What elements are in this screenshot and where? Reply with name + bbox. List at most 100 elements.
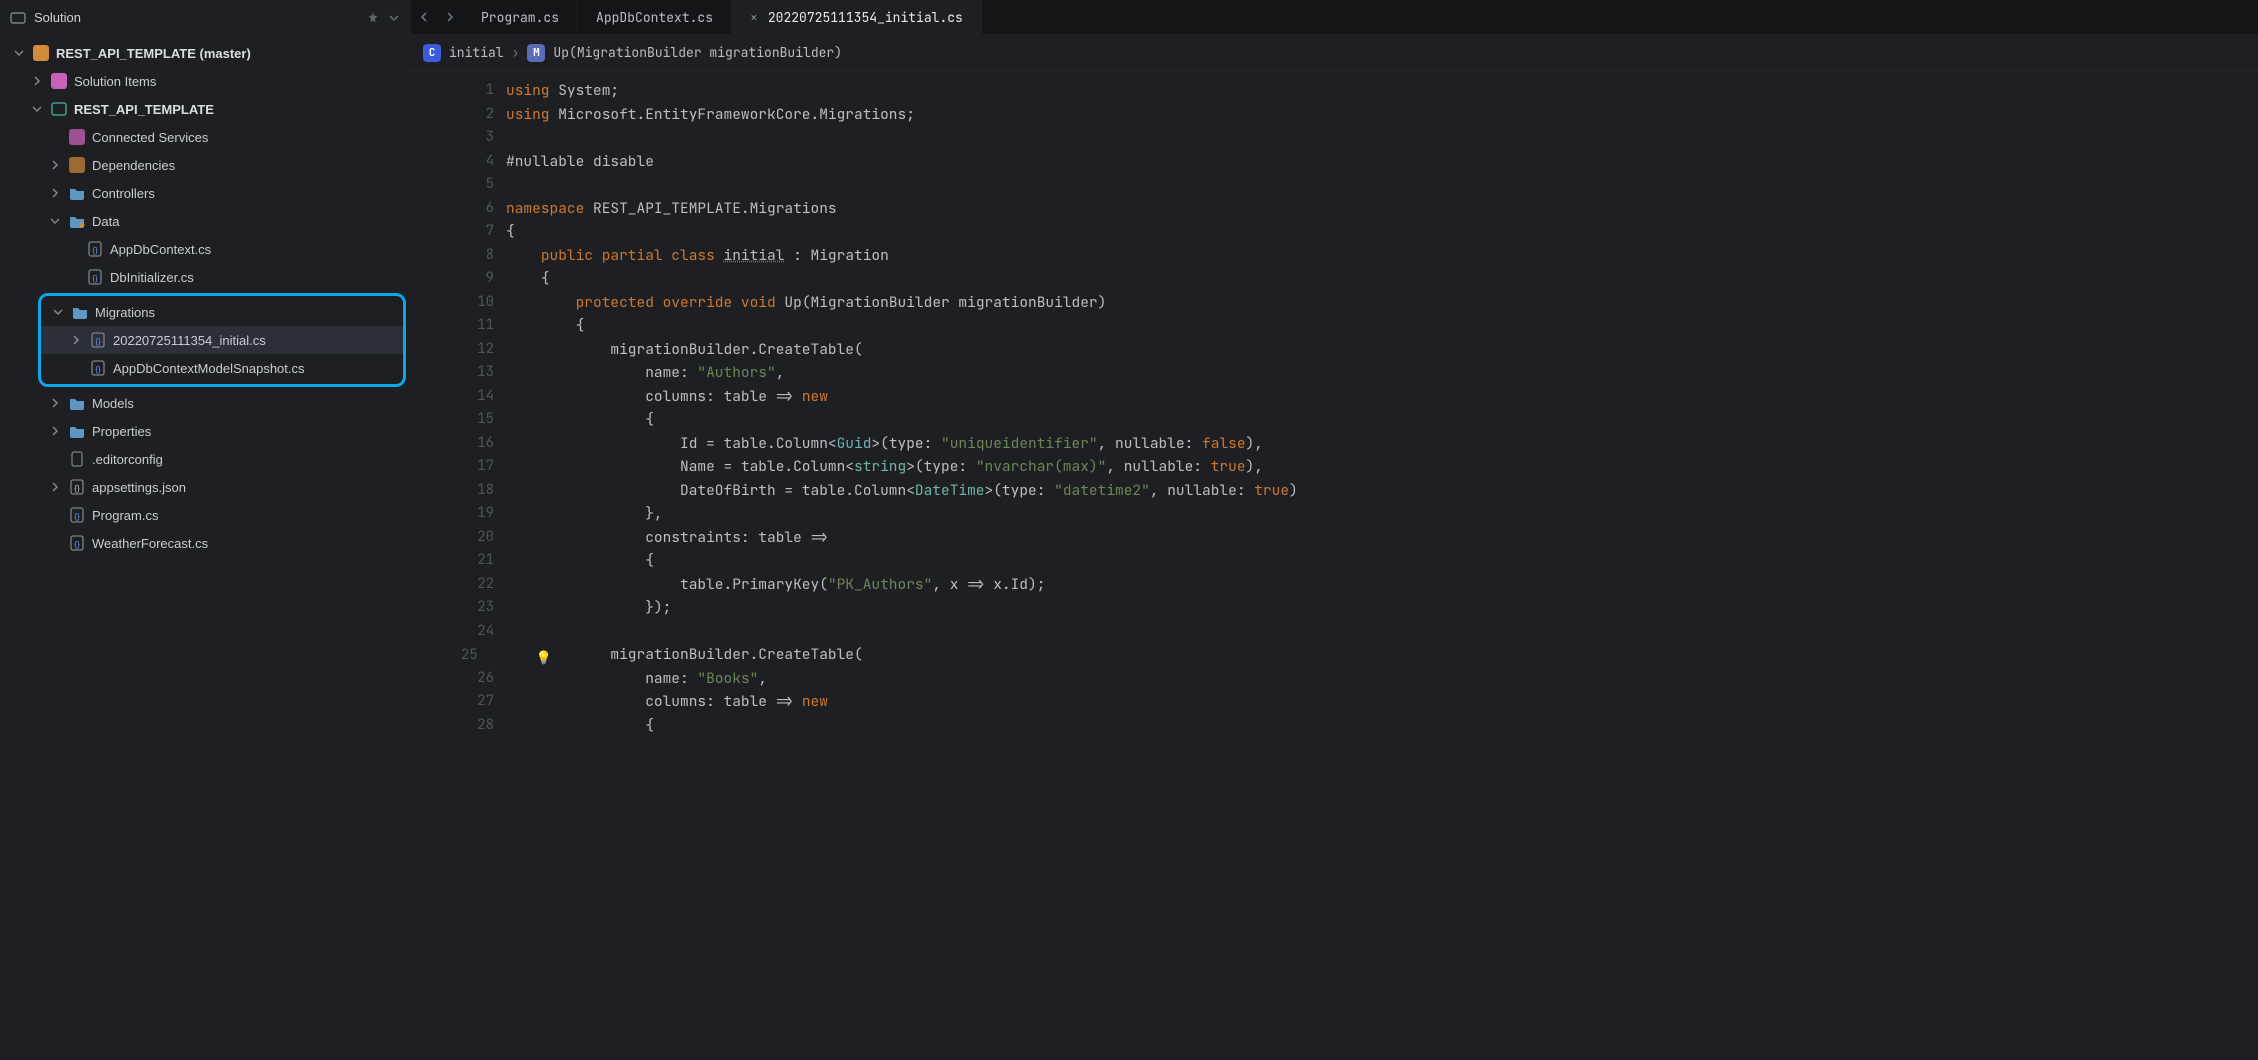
breadcrumb-class[interactable]: initial: [449, 44, 504, 61]
code-line[interactable]: protected override void Up(MigrationBuil…: [506, 291, 2258, 315]
file-icon: [68, 450, 86, 468]
code-line[interactable]: name: "Authors",: [506, 361, 2258, 385]
tree-item-initial-migration[interactable]: {} 20220725111354_initial.cs: [41, 326, 403, 354]
deps-icon: [68, 156, 86, 174]
tree-item-properties[interactable]: Properties: [0, 417, 410, 445]
folder-icon: [68, 212, 86, 230]
chevron-down-icon[interactable]: [30, 102, 44, 116]
code-line[interactable]: [506, 620, 2258, 644]
services-icon: [68, 128, 86, 146]
csproj-icon: [50, 100, 68, 118]
tree-label: Connected Services: [92, 130, 208, 145]
json-file-icon: {}: [68, 478, 86, 496]
code-line[interactable]: {: [506, 220, 2258, 244]
lightbulb-icon[interactable]: 💡: [536, 649, 552, 666]
tree-item-editorconfig[interactable]: .editorconfig: [0, 445, 410, 473]
chevron-down-icon[interactable]: [12, 46, 26, 60]
solution-icon: [10, 10, 26, 26]
code-line[interactable]: {: [506, 714, 2258, 737]
folder-icon: [71, 303, 89, 321]
chevron-right-icon[interactable]: [30, 74, 44, 88]
tab-bar: Program.cs AppDbContext.cs × 20220725111…: [411, 0, 2258, 35]
cs-file-icon: {}: [68, 506, 86, 524]
code-line[interactable]: migrationBuilder.CreateTable(: [506, 643, 2258, 667]
nav-back-button[interactable]: [411, 0, 437, 34]
svg-text:{}: {}: [74, 540, 80, 549]
code-line[interactable]: name: "Books",: [506, 667, 2258, 691]
tree-item-project[interactable]: REST_API_TEMPLATE: [0, 95, 410, 123]
line-gutter: 1234567891011121314151617181920212223242…: [411, 71, 506, 736]
cs-file-icon: {}: [68, 534, 86, 552]
breadcrumb-method[interactable]: Up(MigrationBuilder migrationBuilder): [553, 44, 842, 61]
code-line[interactable]: [506, 126, 2258, 150]
code-line[interactable]: table.PrimaryKey("PK_Authors", x => x.Id…: [506, 573, 2258, 597]
tree-label: REST_API_TEMPLATE: [74, 102, 214, 117]
chevron-down-icon[interactable]: [48, 214, 62, 228]
code-line[interactable]: public partial class initial : Migration: [506, 244, 2258, 268]
code-area[interactable]: 1234567891011121314151617181920212223242…: [411, 71, 2258, 736]
code-line[interactable]: constraints: table =>: [506, 526, 2258, 550]
tree-item-connected-services[interactable]: Connected Services: [0, 123, 410, 151]
code-line[interactable]: {: [506, 314, 2258, 338]
code-line[interactable]: [506, 173, 2258, 197]
tree-item-dbinitializer[interactable]: {} DbInitializer.cs: [0, 263, 410, 291]
solution-title: Solution: [34, 10, 81, 25]
tree-item-migrations[interactable]: Migrations: [41, 298, 403, 326]
pin-icon[interactable]: [366, 11, 380, 25]
code-line[interactable]: });: [506, 596, 2258, 620]
tab-program[interactable]: Program.cs: [463, 0, 578, 34]
chevron-right-icon[interactable]: [48, 186, 62, 200]
folder-icon: [68, 184, 86, 202]
solution-explorer: Solution REST_API_TEMPLATE (master) Solu…: [0, 0, 411, 736]
tree-item-snapshot[interactable]: {} AppDbContextModelSnapshot.cs: [41, 354, 403, 382]
nav-forward-button[interactable]: [437, 0, 463, 34]
tree-item-solution-items[interactable]: Solution Items: [0, 67, 410, 95]
tree-label: Solution Items: [74, 74, 156, 89]
code-line[interactable]: DateOfBirth = table.Column<DateTime>(typ…: [506, 479, 2258, 503]
folder-icon: [50, 72, 68, 90]
tree-item-models[interactable]: Models: [0, 389, 410, 417]
chevron-right-icon[interactable]: [48, 424, 62, 438]
code-line[interactable]: {: [506, 549, 2258, 573]
code-line[interactable]: {: [506, 408, 2258, 432]
solution-root-icon: [32, 44, 50, 62]
tab-appdbcontext[interactable]: AppDbContext.cs: [578, 0, 732, 34]
method-badge-icon: M: [527, 44, 545, 62]
tab-label: AppDbContext.cs: [596, 9, 713, 26]
tree-item-appdbcontext[interactable]: {} AppDbContext.cs: [0, 235, 410, 263]
code-line[interactable]: using System;: [506, 79, 2258, 103]
tree-item-appsettings[interactable]: {} appsettings.json: [0, 473, 410, 501]
tab-label: 20220725111354_initial.cs: [768, 9, 963, 26]
code-line[interactable]: Name = table.Column<string>(type: "nvarc…: [506, 455, 2258, 479]
close-icon[interactable]: ×: [750, 9, 758, 26]
chevron-right-icon[interactable]: [48, 158, 62, 172]
tree-label: .editorconfig: [92, 452, 163, 467]
code-line[interactable]: columns: table => new: [506, 690, 2258, 714]
chevron-right-icon[interactable]: [48, 396, 62, 410]
cs-file-icon: {}: [89, 359, 107, 377]
folder-icon: [68, 422, 86, 440]
code-content[interactable]: using System;using Microsoft.EntityFrame…: [506, 71, 2258, 736]
tree-item-weatherforecast[interactable]: {} WeatherForecast.cs: [0, 529, 410, 557]
code-line[interactable]: {: [506, 267, 2258, 291]
tree-label: AppDbContextModelSnapshot.cs: [113, 361, 305, 376]
chevron-right-icon[interactable]: [48, 480, 62, 494]
chevron-down-icon[interactable]: [388, 12, 400, 24]
tree-item-controllers[interactable]: Controllers: [0, 179, 410, 207]
code-line[interactable]: Id = table.Column<Guid>(type: "uniqueide…: [506, 432, 2258, 456]
code-line[interactable]: columns: table => new: [506, 385, 2258, 409]
solution-header: Solution: [0, 0, 410, 35]
code-line[interactable]: migrationBuilder.CreateTable(: [506, 338, 2258, 362]
tree-item-program[interactable]: {} Program.cs: [0, 501, 410, 529]
tree-root[interactable]: REST_API_TEMPLATE (master): [0, 39, 410, 67]
tab-initial-migration[interactable]: × 20220725111354_initial.cs: [732, 0, 982, 34]
tree-item-data[interactable]: Data: [0, 207, 410, 235]
code-line[interactable]: },: [506, 502, 2258, 526]
code-line[interactable]: namespace REST_API_TEMPLATE.Migrations: [506, 197, 2258, 221]
code-line[interactable]: #nullable disable: [506, 150, 2258, 174]
chevron-right-icon[interactable]: [69, 333, 83, 347]
tree-item-dependencies[interactable]: Dependencies: [0, 151, 410, 179]
chevron-down-icon[interactable]: [51, 305, 65, 319]
breadcrumb-separator-icon: ›: [512, 44, 520, 61]
code-line[interactable]: using Microsoft.EntityFrameworkCore.Migr…: [506, 103, 2258, 127]
